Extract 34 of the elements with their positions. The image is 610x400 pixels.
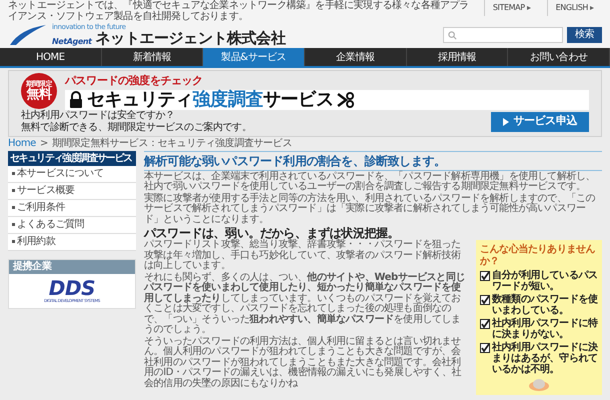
partner-title: 提携企業 <box>9 260 135 274</box>
nav-tab[interactable]: お問い合わせ <box>508 48 610 66</box>
breadcrumb-current: 期間限定無料サービス：セキュリティ強度調査サービス <box>52 136 292 150</box>
body-paragraph: 本サービスは、企業端末で利用されているパスワードを、「パスワード解析専用機」を使用して解析し、社内で弱いパスワードを使用しているユーザーの割合を調査しご報告する期間限定無料サービスです。 <box>144 172 596 192</box>
partner-logo: DDS <box>48 278 96 298</box>
body-paragraph: 実際に攻撃者が使用する手法と同等の方法を用い、利用されているパスワードを解析しますので、「このサービスで解析されてしまうパスワード」は「実際に攻撃者に解析されてしまう可能性が高いパスワード」ということになります。 <box>144 194 596 225</box>
breadcrumb-link[interactable]: Home <box>8 136 36 150</box>
search-button[interactable]: 検索 <box>566 27 602 43</box>
banner-text: 社内利用パスワードは安全ですか？ <box>21 110 176 122</box>
section-heading: パスワードは、弱い。だから、まずは状況把握。 <box>144 226 400 240</box>
nav-tab[interactable]: 採用情報 <box>406 48 508 66</box>
main-heading: 解析可能な弱いパスワード利用の割合を、診断致します。 <box>144 150 602 170</box>
banner-title: セキュリティ強度調査サービス <box>87 90 334 110</box>
checklist-item: 数種類のパスワードを使いまわしている。 <box>492 294 598 316</box>
nav-tab[interactable]: HOME <box>0 48 102 66</box>
breadcrumb-separator: > <box>40 136 48 150</box>
header-link[interactable]: ENGLISH <box>556 2 588 14</box>
badge-label: 無料 <box>26 88 52 102</box>
header-link[interactable]: SITEMAP <box>492 2 525 14</box>
checklist-item: 社内利用パスワードに特に決まりがない。 <box>492 318 598 340</box>
body-paragraph: それにも関らず、多くの人は、つい、他のサイトや、Webサービスと同じパスワードを使いまわして使用したり、短かったり簡単なパスワードを使用してしまったりしてしまっています。いくつものパスワードを覚えておくことは大変ですし、パスワードを忘れてしまった後の処理も面倒なので、「つい」そういった狙われやすい、簡単なパスワードを使用してしまうのでしょう。 <box>144 272 466 336</box>
banner-text: 無料で診断できる、期間限定サービスのご案内です。 <box>21 122 252 134</box>
body-paragraph: そういったパスワードの利用方法は、個人利用に留まるとは言い切れません。個人利用のパスワードが狙われてしまうことも大きな問題ですが、会社利用のパスワードが狙われてしまうこともまた大きな問題です。会社利用のID・パスワードの漏えいは、機密情報の漏えいにも発展しやすく、社会的信用の失墜の原因にもなりかね <box>144 336 462 389</box>
banner-subtitle: パスワードの強度をチェック <box>65 73 204 89</box>
company-name: ネットエージェント株式会社 <box>96 31 286 46</box>
checklist-item: 自分が利用しているパスワードが短い。 <box>492 270 598 292</box>
logo-wordmark: NetAgent <box>52 38 92 46</box>
apply-button[interactable]: サービス申込 <box>491 112 589 132</box>
sidebar-title: セキュリティ強度調査サービス <box>8 150 136 166</box>
nav-tab[interactable]: 企業情報 <box>305 48 407 66</box>
nav-tab[interactable]: 製品&サービス <box>203 48 306 66</box>
checklist-item: 社内利用パスワードに決まりはあるが、守られているかは不明。 <box>492 342 598 375</box>
body-paragraph: パスワードリスト攻撃、総当り攻撃、辞書攻撃・・・パスワードを狙った攻撃は年々増加し、手口も巧妙化していて、攻撃者のパスワード解析技術は向上しています。 <box>144 240 462 272</box>
checklist-title: こんな心当たりありませんか？ <box>480 244 596 268</box>
